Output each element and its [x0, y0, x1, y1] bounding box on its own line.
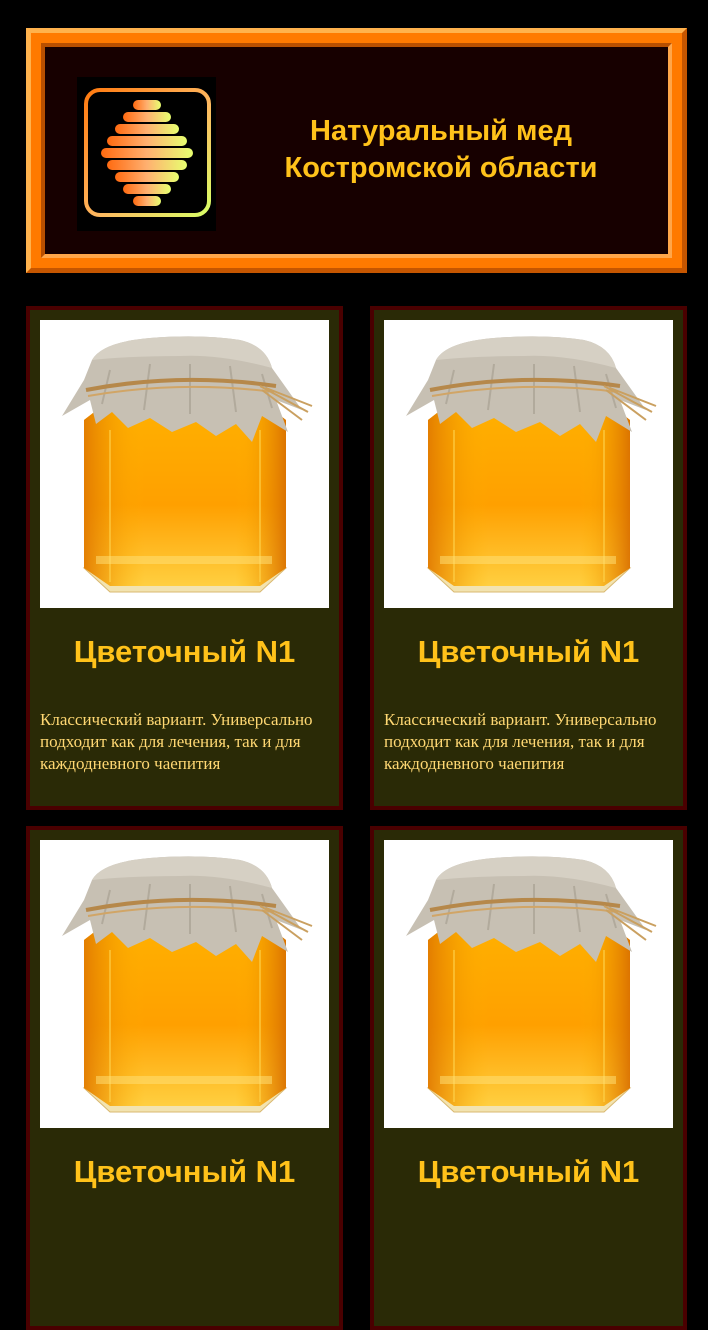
- honey-jar-image[interactable]: [40, 320, 329, 608]
- header-panel: Натуральный мед Костромской области: [41, 43, 672, 258]
- site-title-line2: Костромской области: [284, 152, 598, 184]
- honeycomb-logo-icon[interactable]: [77, 77, 216, 231]
- product-name: Цветочный N1: [73, 634, 296, 669]
- product-name: Цветочный N1: [417, 1154, 640, 1189]
- site-title: Натуральный мед Костромской области: [241, 113, 641, 187]
- product-card[interactable]: Цветочный N1 Классический вариант. Униве…: [26, 306, 343, 810]
- honey-jar-image[interactable]: [384, 840, 673, 1128]
- product-card[interactable]: Цветочный N1: [370, 826, 687, 1330]
- site-title-line1: Натуральный мед: [310, 115, 572, 147]
- product-description: Классический вариант. Универсально подхо…: [40, 710, 313, 773]
- product-card[interactable]: Цветочный N1: [26, 826, 343, 1330]
- product-name: Цветочный N1: [73, 1154, 296, 1189]
- product-name: Цветочный N1: [417, 634, 640, 669]
- site-header: Натуральный мед Костромской области: [26, 28, 687, 273]
- product-description: Классический вариант. Универсально подхо…: [384, 710, 657, 773]
- honey-jar-image[interactable]: [384, 320, 673, 608]
- product-card[interactable]: Цветочный N1 Классический вариант. Униве…: [370, 306, 687, 810]
- logo-graphic: [84, 88, 211, 217]
- honey-jar-image[interactable]: [40, 840, 329, 1128]
